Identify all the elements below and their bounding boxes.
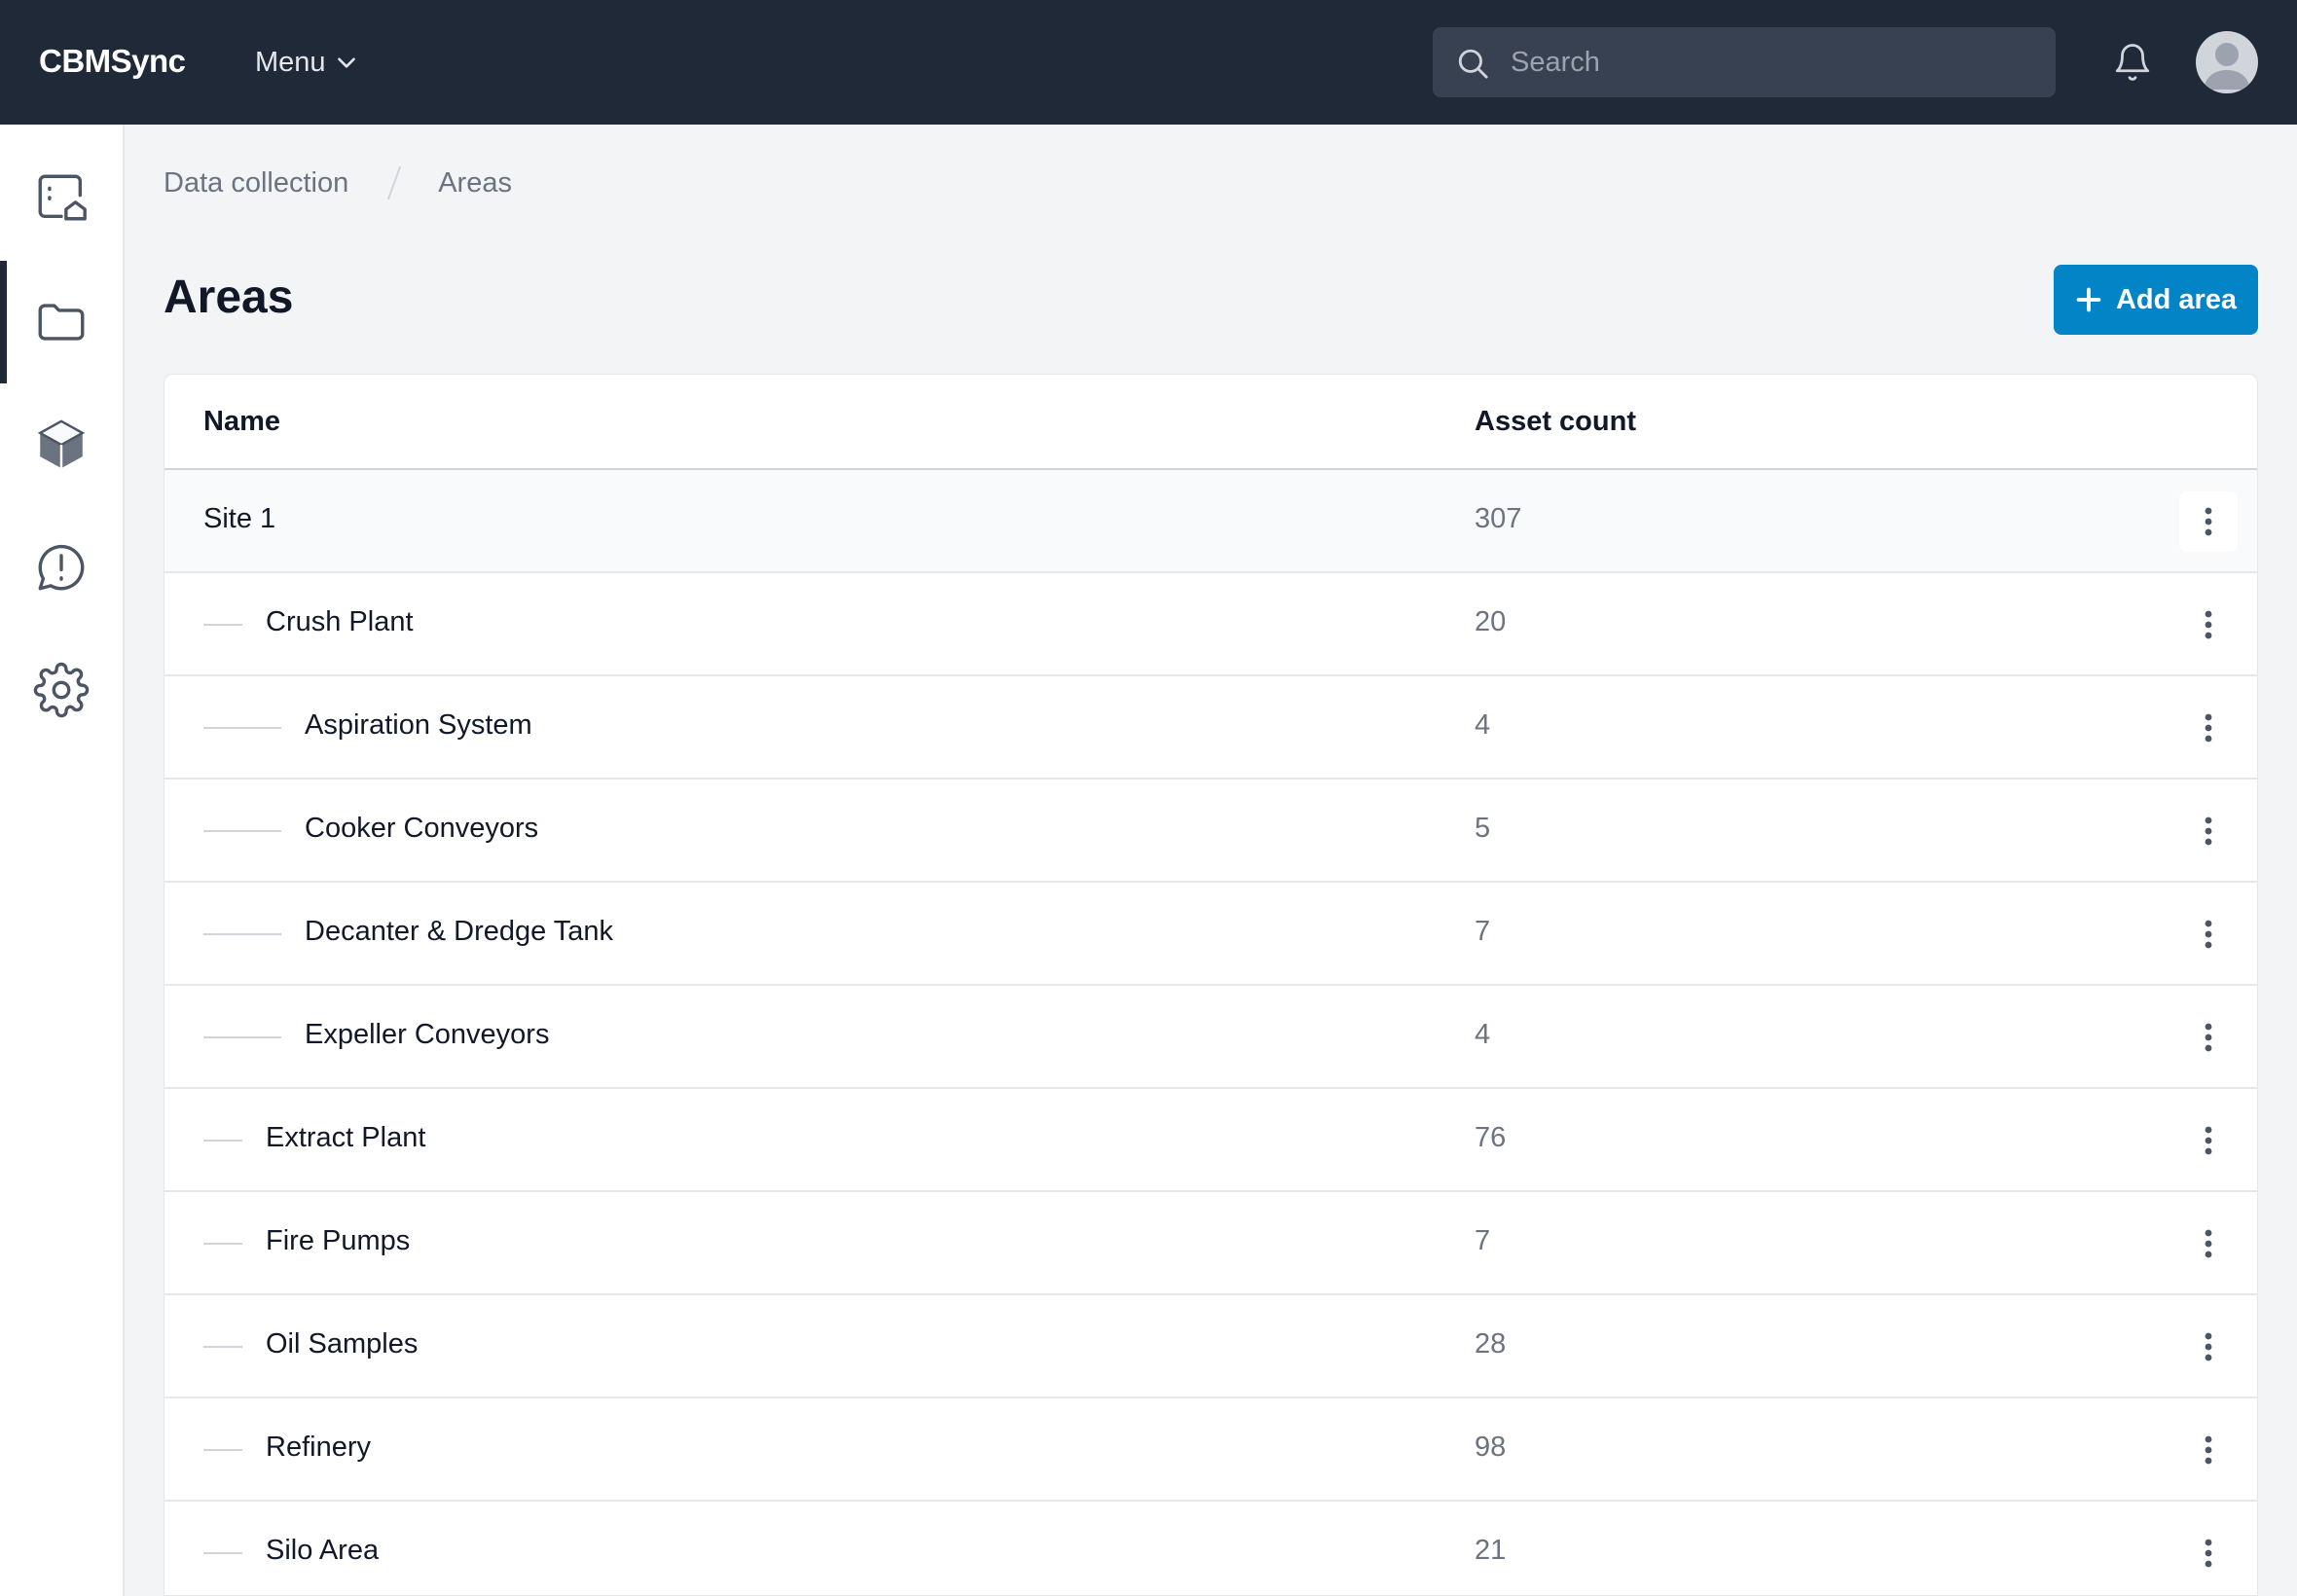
asset-count: 98: [1475, 1432, 1507, 1463]
row-actions-button[interactable]: [2179, 1110, 2238, 1171]
area-name[interactable]: Decanter & Dredge Tank: [305, 916, 613, 948]
table-row[interactable]: Site 1 307: [164, 470, 2257, 573]
breadcrumb-separator: [387, 165, 402, 200]
gear-icon: [33, 662, 90, 718]
search-input[interactable]: [1511, 27, 2036, 97]
table-row[interactable]: Oil Samples 28: [164, 1295, 2257, 1398]
table-row[interactable]: Refinery 98: [164, 1398, 2257, 1502]
row-actions-button[interactable]: [2179, 491, 2238, 552]
row-actions-button[interactable]: [2179, 801, 2238, 861]
area-name[interactable]: Extract Plant: [266, 1122, 425, 1154]
brand-logo[interactable]: CBMSync: [39, 43, 186, 80]
more-vertical-icon: [2205, 1023, 2212, 1052]
row-actions-button[interactable]: [2179, 1317, 2238, 1377]
table-row[interactable]: Decanter & Dredge Tank 7: [164, 883, 2257, 986]
area-name[interactable]: Cooker Conveyors: [305, 813, 538, 845]
tree-indent-line: [203, 727, 281, 729]
more-vertical-icon: [2205, 1126, 2212, 1155]
dashboard-icon: [38, 174, 87, 221]
breadcrumb-current: Areas: [438, 166, 512, 199]
user-icon: [2204, 43, 2250, 90]
notification-bell-icon[interactable]: [2112, 41, 2153, 84]
breadcrumb: Data collection Areas: [164, 165, 512, 200]
folder-icon: [38, 304, 85, 341]
row-actions-button[interactable]: [2179, 1007, 2238, 1068]
row-actions-button[interactable]: [2179, 595, 2238, 655]
area-name[interactable]: Crush Plant: [266, 606, 414, 638]
column-header-asset-count[interactable]: Asset count: [1475, 406, 1636, 438]
more-vertical-icon: [2205, 1539, 2212, 1568]
asset-count: 76: [1475, 1122, 1507, 1153]
add-area-label: Add area: [2115, 283, 2238, 315]
area-name[interactable]: Expeller Conveyors: [305, 1019, 549, 1051]
row-actions-button[interactable]: [2179, 1420, 2238, 1480]
sidebar-item-dashboard[interactable]: [0, 136, 123, 259]
plus-icon: [2076, 287, 2101, 312]
tree-indent-line: [203, 1243, 242, 1245]
table-row[interactable]: Aspiration System 4: [164, 676, 2257, 780]
menu-button[interactable]: Menu: [255, 43, 359, 82]
more-vertical-icon: [2205, 610, 2212, 639]
asset-count: 20: [1475, 606, 1507, 637]
area-name[interactable]: Fire Pumps: [266, 1225, 410, 1257]
sidebar-item-settings[interactable]: [0, 629, 123, 751]
sidebar-nav: [0, 125, 125, 1596]
sidebar-item-assets[interactable]: [0, 383, 123, 506]
table-row[interactable]: Cooker Conveyors 5: [164, 780, 2257, 883]
row-actions-button[interactable]: [2179, 904, 2238, 964]
tree-indent-line: [203, 1036, 281, 1038]
menu-label: Menu: [255, 46, 326, 78]
sidebar-item-alerts[interactable]: [0, 506, 123, 629]
more-vertical-icon: [2205, 816, 2212, 846]
page-title: Areas: [164, 272, 294, 323]
more-vertical-icon: [2205, 507, 2212, 536]
asset-count: 307: [1475, 503, 1522, 534]
tree-indent-line: [203, 624, 242, 626]
area-name[interactable]: Oil Samples: [266, 1328, 418, 1360]
table-row[interactable]: Expeller Conveyors 4: [164, 986, 2257, 1089]
more-vertical-icon: [2205, 713, 2212, 743]
area-name[interactable]: Site 1: [203, 503, 275, 535]
search-box[interactable]: [1433, 27, 2056, 97]
asset-count: 28: [1475, 1328, 1507, 1360]
table-row[interactable]: Fire Pumps 7: [164, 1192, 2257, 1295]
asset-count: 4: [1475, 709, 1491, 741]
asset-count: 4: [1475, 1019, 1491, 1050]
asset-count: 7: [1475, 916, 1491, 947]
column-header-name[interactable]: Name: [203, 406, 280, 438]
search-icon: [1458, 49, 1488, 79]
alert-message-icon: [38, 544, 85, 591]
row-actions-button[interactable]: [2179, 1523, 2238, 1583]
tree-indent-line: [203, 1552, 242, 1554]
more-vertical-icon: [2205, 1435, 2212, 1465]
row-actions-button[interactable]: [2179, 698, 2238, 758]
area-name[interactable]: Aspiration System: [305, 709, 532, 742]
tree-indent-line: [203, 1140, 242, 1142]
tree-indent-line: [203, 933, 281, 935]
cube-icon: [37, 419, 86, 469]
more-vertical-icon: [2205, 1229, 2212, 1258]
table-row[interactable]: Extract Plant 76: [164, 1089, 2257, 1192]
area-name[interactable]: Refinery: [266, 1432, 371, 1464]
table-row[interactable]: Crush Plant 20: [164, 573, 2257, 676]
table-row[interactable]: Silo Area 21: [164, 1502, 2257, 1595]
more-vertical-icon: [2205, 920, 2212, 949]
tree-indent-line: [203, 1449, 242, 1451]
tree-indent-line: [203, 1346, 242, 1348]
areas-table: Name Asset count Site 1 307 Crush Plant 20 A…: [164, 374, 2258, 1596]
row-actions-button[interactable]: [2179, 1214, 2238, 1274]
top-bar: CBMSync Menu: [0, 0, 2297, 125]
add-area-button[interactable]: Add area: [2054, 265, 2258, 335]
asset-count: 5: [1475, 813, 1491, 844]
asset-count: 7: [1475, 1225, 1491, 1256]
asset-count: 21: [1475, 1535, 1507, 1566]
breadcrumb-data-collection[interactable]: Data collection: [164, 167, 348, 200]
chevron-down-icon: [337, 57, 355, 68]
area-name[interactable]: Silo Area: [266, 1535, 379, 1567]
user-avatar[interactable]: [2196, 31, 2258, 93]
sidebar-item-data-collection[interactable]: [0, 261, 123, 383]
table-header: Name Asset count: [164, 375, 2257, 470]
more-vertical-icon: [2205, 1332, 2212, 1361]
tree-indent-line: [203, 830, 281, 832]
